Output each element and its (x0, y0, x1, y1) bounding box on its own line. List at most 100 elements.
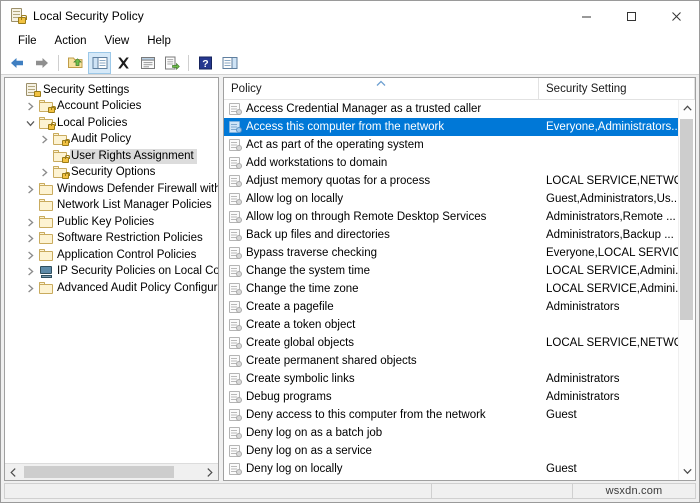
policy-row[interactable]: Add workstations to domain (224, 154, 678, 172)
tree-item-audit-policy[interactable]: Audit Policy (5, 132, 218, 149)
status-pane-secondary (431, 483, 573, 499)
properties-button[interactable] (136, 52, 159, 74)
scroll-up-button[interactable] (679, 100, 695, 117)
scroll-down-button[interactable] (679, 463, 695, 480)
tree-item-label: Security Settings (43, 83, 130, 96)
policy-security-setting: LOCAL SERVICE,Admini... (546, 265, 678, 277)
policy-name: Deny access to this computer from the ne… (246, 409, 486, 421)
chevron-right-icon[interactable] (23, 218, 38, 227)
menu-view[interactable]: View (96, 32, 139, 50)
policy-row[interactable]: Create permanent shared objects (224, 352, 678, 370)
policy-row[interactable]: Change the system time LOCAL SERVICE,Admi… (224, 262, 678, 280)
close-button[interactable] (654, 1, 699, 31)
delete-button[interactable] (112, 52, 135, 74)
policy-row[interactable]: Allow log on locally Guest,Administrators… (224, 190, 678, 208)
chevron-right-icon[interactable] (23, 267, 38, 276)
policy-name: Allow log on through Remote Desktop Serv… (246, 211, 487, 223)
policy-row[interactable]: Deny access to this computer from the ne… (224, 406, 678, 424)
policy-row[interactable]: Debug programs Administrators (224, 388, 678, 406)
tree-item-user-rights-assignment[interactable]: User Rights Assignment (5, 148, 218, 165)
policy-name: Deny log on locally (246, 463, 343, 475)
policy-name: Adjust memory quotas for a process (246, 175, 431, 187)
vertical-scroll-thumb[interactable] (680, 119, 693, 320)
policy-row[interactable]: Create symbolic links Administrators (224, 370, 678, 388)
maximize-button[interactable] (609, 1, 654, 31)
policy-row[interactable]: Create a pagefile Administrators (224, 298, 678, 316)
tree-item-local-policies[interactable]: Local Policies (5, 115, 218, 132)
tree-item-network-list-manager-policies[interactable]: Network List Manager Policies (5, 198, 218, 215)
policy-row[interactable]: Adjust memory quotas for a process LOCAL … (224, 172, 678, 190)
tree-item-label: Account Policies (57, 100, 142, 113)
chevron-down-icon[interactable] (23, 119, 38, 128)
list-vertical-scrollbar[interactable] (678, 100, 695, 480)
chevron-right-icon[interactable] (23, 284, 38, 293)
minimize-button[interactable] (564, 1, 609, 31)
policy-row[interactable]: Create global objects LOCAL SERVICE,NETWO… (224, 334, 678, 352)
console-tree[interactable]: Security Settings Account Policies Local P… (5, 78, 218, 463)
tree-item-label: IP Security Policies on Local Compute (57, 265, 218, 278)
show-hide-action-pane-button[interactable] (218, 52, 241, 74)
policy-row[interactable]: Deny log on as a batch job (224, 424, 678, 442)
tree-item-security-options[interactable]: Security Options (5, 165, 218, 182)
folder-icon (38, 199, 56, 212)
up-one-level-button[interactable] (64, 52, 87, 74)
policy-name: Access this computer from the network (246, 121, 445, 133)
policy-list-pane: Policy Security Setting Access Credentia… (223, 77, 696, 481)
chevron-right-icon[interactable] (37, 135, 52, 144)
show-hide-console-tree-button[interactable] (88, 51, 111, 74)
chevron-right-icon[interactable] (37, 168, 52, 177)
tree-item-label: Audit Policy (71, 133, 132, 146)
policy-icon (224, 355, 246, 367)
policy-row[interactable]: Allow log on through Remote Desktop Serv… (224, 208, 678, 226)
chevron-right-icon[interactable] (23, 251, 38, 260)
policy-icon (224, 409, 246, 421)
policy-row[interactable]: Bypass traverse checking Everyone,LOCAL S… (224, 244, 678, 262)
list-header: Policy Security Setting (224, 78, 695, 100)
policy-row[interactable]: Create a token object (224, 316, 678, 334)
tree-item-account-policies[interactable]: Account Policies (5, 99, 218, 116)
tree-item-software-restriction-policies[interactable]: Software Restriction Policies (5, 231, 218, 248)
horizontal-scroll-thumb[interactable] (24, 466, 174, 478)
help-button[interactable]: ? (194, 52, 217, 74)
policy-row[interactable]: Access Credential Manager as a trusted c… (224, 100, 678, 118)
back-button[interactable] (6, 52, 29, 74)
policy-security-setting: LOCAL SERVICE,NETWO... (546, 175, 678, 187)
locked-folder-icon (52, 149, 70, 163)
policy-rows[interactable]: Access Credential Manager as a trusted c… (224, 100, 678, 480)
policy-row[interactable]: Access this computer from the network Eve… (224, 118, 678, 136)
column-header-policy[interactable]: Policy (224, 78, 539, 100)
forward-button[interactable] (30, 52, 53, 74)
window-controls (564, 1, 699, 31)
menu-help[interactable]: Help (138, 32, 180, 50)
tree-item-application-control-policies[interactable]: Application Control Policies (5, 247, 218, 264)
vertical-scroll-track[interactable] (679, 117, 695, 463)
horizontal-scroll-track[interactable] (22, 464, 201, 480)
policy-row[interactable]: Deny log on locally Guest (224, 460, 678, 478)
folder-icon (38, 281, 56, 295)
scroll-right-button[interactable] (201, 464, 218, 480)
export-list-button[interactable] (160, 52, 183, 74)
scroll-left-button[interactable] (5, 464, 22, 480)
policy-row[interactable]: Act as part of the operating system (224, 136, 678, 154)
tree-horizontal-scrollbar[interactable] (5, 463, 218, 480)
tree-item-ip-security-policies-on-local-compute[interactable]: IP Security Policies on Local Compute (5, 264, 218, 281)
tree-item-security-settings[interactable]: Security Settings (5, 82, 218, 99)
menu-action[interactable]: Action (46, 32, 96, 50)
tree-item-public-key-policies[interactable]: Public Key Policies (5, 214, 218, 231)
policy-name: Create a token object (246, 319, 356, 331)
ip-security-icon (38, 265, 56, 279)
menu-file[interactable]: File (9, 32, 46, 50)
column-header-security-setting[interactable]: Security Setting (539, 78, 695, 100)
policy-row[interactable]: Back up files and directories Administrat… (224, 226, 678, 244)
folder-icon (38, 232, 56, 245)
policy-row[interactable]: Deny log on as a service (224, 442, 678, 460)
tree-item-windows-defender-firewall-with-adva[interactable]: Windows Defender Firewall with Adva (5, 181, 218, 198)
tree-item-label: User Rights Assignment (70, 148, 197, 164)
tree-item-advanced-audit-policy-configuration[interactable]: Advanced Audit Policy Configuration (5, 280, 218, 297)
chevron-right-icon[interactable] (23, 234, 38, 243)
policy-row[interactable]: Deny log on through Remote Desktop Servi… (224, 478, 678, 480)
chevron-right-icon[interactable] (23, 185, 38, 194)
tree-item-label: Network List Manager Policies (57, 199, 212, 212)
chevron-right-icon[interactable] (23, 102, 38, 111)
policy-row[interactable]: Change the time zone LOCAL SERVICE,Admini… (224, 280, 678, 298)
